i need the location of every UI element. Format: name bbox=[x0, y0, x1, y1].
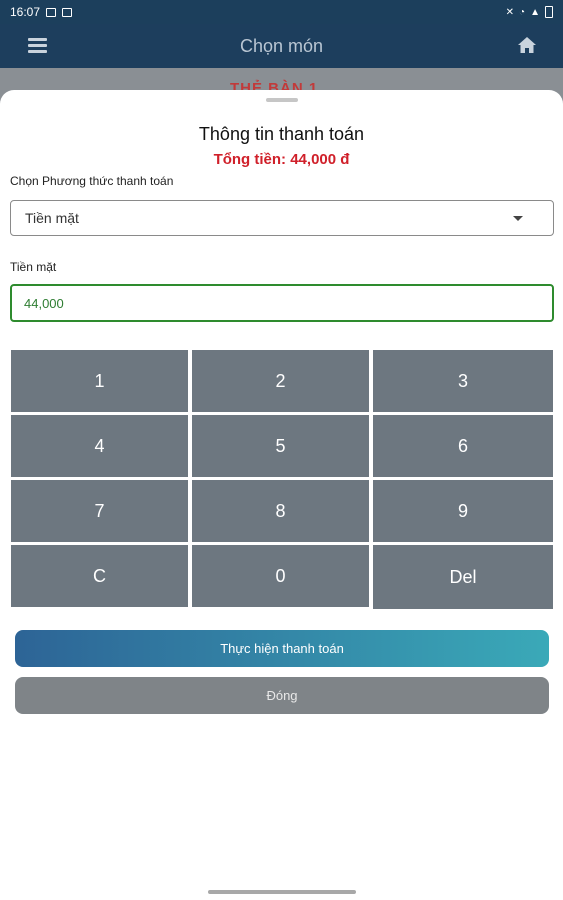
key-5[interactable]: 5 bbox=[192, 415, 369, 477]
mute-icon: ✕ bbox=[505, 6, 515, 18]
sheet-title: Thông tin thanh toán bbox=[198, 124, 365, 144]
app-bar: Chọn món bbox=[0, 24, 563, 68]
key-4[interactable]: 4 bbox=[11, 415, 188, 477]
app-bar-title: Chọn món bbox=[239, 35, 324, 56]
key-2[interactable]: 2 bbox=[192, 350, 369, 412]
numeric-keypad: 1 2 3 4 5 6 7 8 9 C 0 Del bbox=[11, 350, 553, 610]
cash-input[interactable] bbox=[10, 284, 554, 322]
gallery-notification-icon bbox=[46, 7, 57, 17]
wifi-icon: ◔ bbox=[519, 6, 526, 18]
payment-method-select[interactable]: Tiền mặt bbox=[10, 200, 554, 236]
close-button[interactable]: Đóng bbox=[15, 677, 549, 714]
key-9[interactable]: 9 bbox=[373, 480, 553, 542]
key-1[interactable]: 1 bbox=[11, 350, 188, 412]
key-7[interactable]: 7 bbox=[11, 480, 188, 542]
sheet-drag-handle[interactable] bbox=[266, 98, 298, 102]
key-0[interactable]: 0 bbox=[192, 545, 369, 607]
key-clear[interactable]: C bbox=[11, 545, 188, 607]
key-delete[interactable]: Del bbox=[373, 545, 553, 609]
total-amount: Tổng tiền: 44,000 đ bbox=[213, 151, 350, 168]
dropdown-caret-icon bbox=[513, 216, 523, 221]
menu-icon[interactable] bbox=[28, 38, 47, 53]
status-time: 16:07 bbox=[10, 5, 41, 19]
home-icon[interactable] bbox=[517, 36, 537, 59]
pay-button[interactable]: Thực hiện thanh toán bbox=[15, 630, 549, 667]
key-3[interactable]: 3 bbox=[373, 350, 553, 412]
key-8[interactable]: 8 bbox=[192, 480, 369, 542]
battery-icon bbox=[545, 6, 553, 18]
payment-sheet: Thông tin thanh toán Tổng tiền: 44,000 đ… bbox=[0, 90, 563, 900]
gesture-nav-bar[interactable] bbox=[208, 890, 356, 894]
key-6[interactable]: 6 bbox=[373, 415, 553, 477]
payment-method-value: Tiền mặt bbox=[25, 210, 79, 226]
signal-icon: ▲ bbox=[530, 6, 540, 18]
cash-label: Tiền mặt bbox=[10, 260, 57, 274]
status-bar: 16:07 ✕ ◔ ▲ bbox=[0, 0, 563, 24]
app-notification-icon bbox=[62, 7, 73, 17]
payment-method-label: Chọn Phương thức thanh toán bbox=[10, 174, 174, 188]
